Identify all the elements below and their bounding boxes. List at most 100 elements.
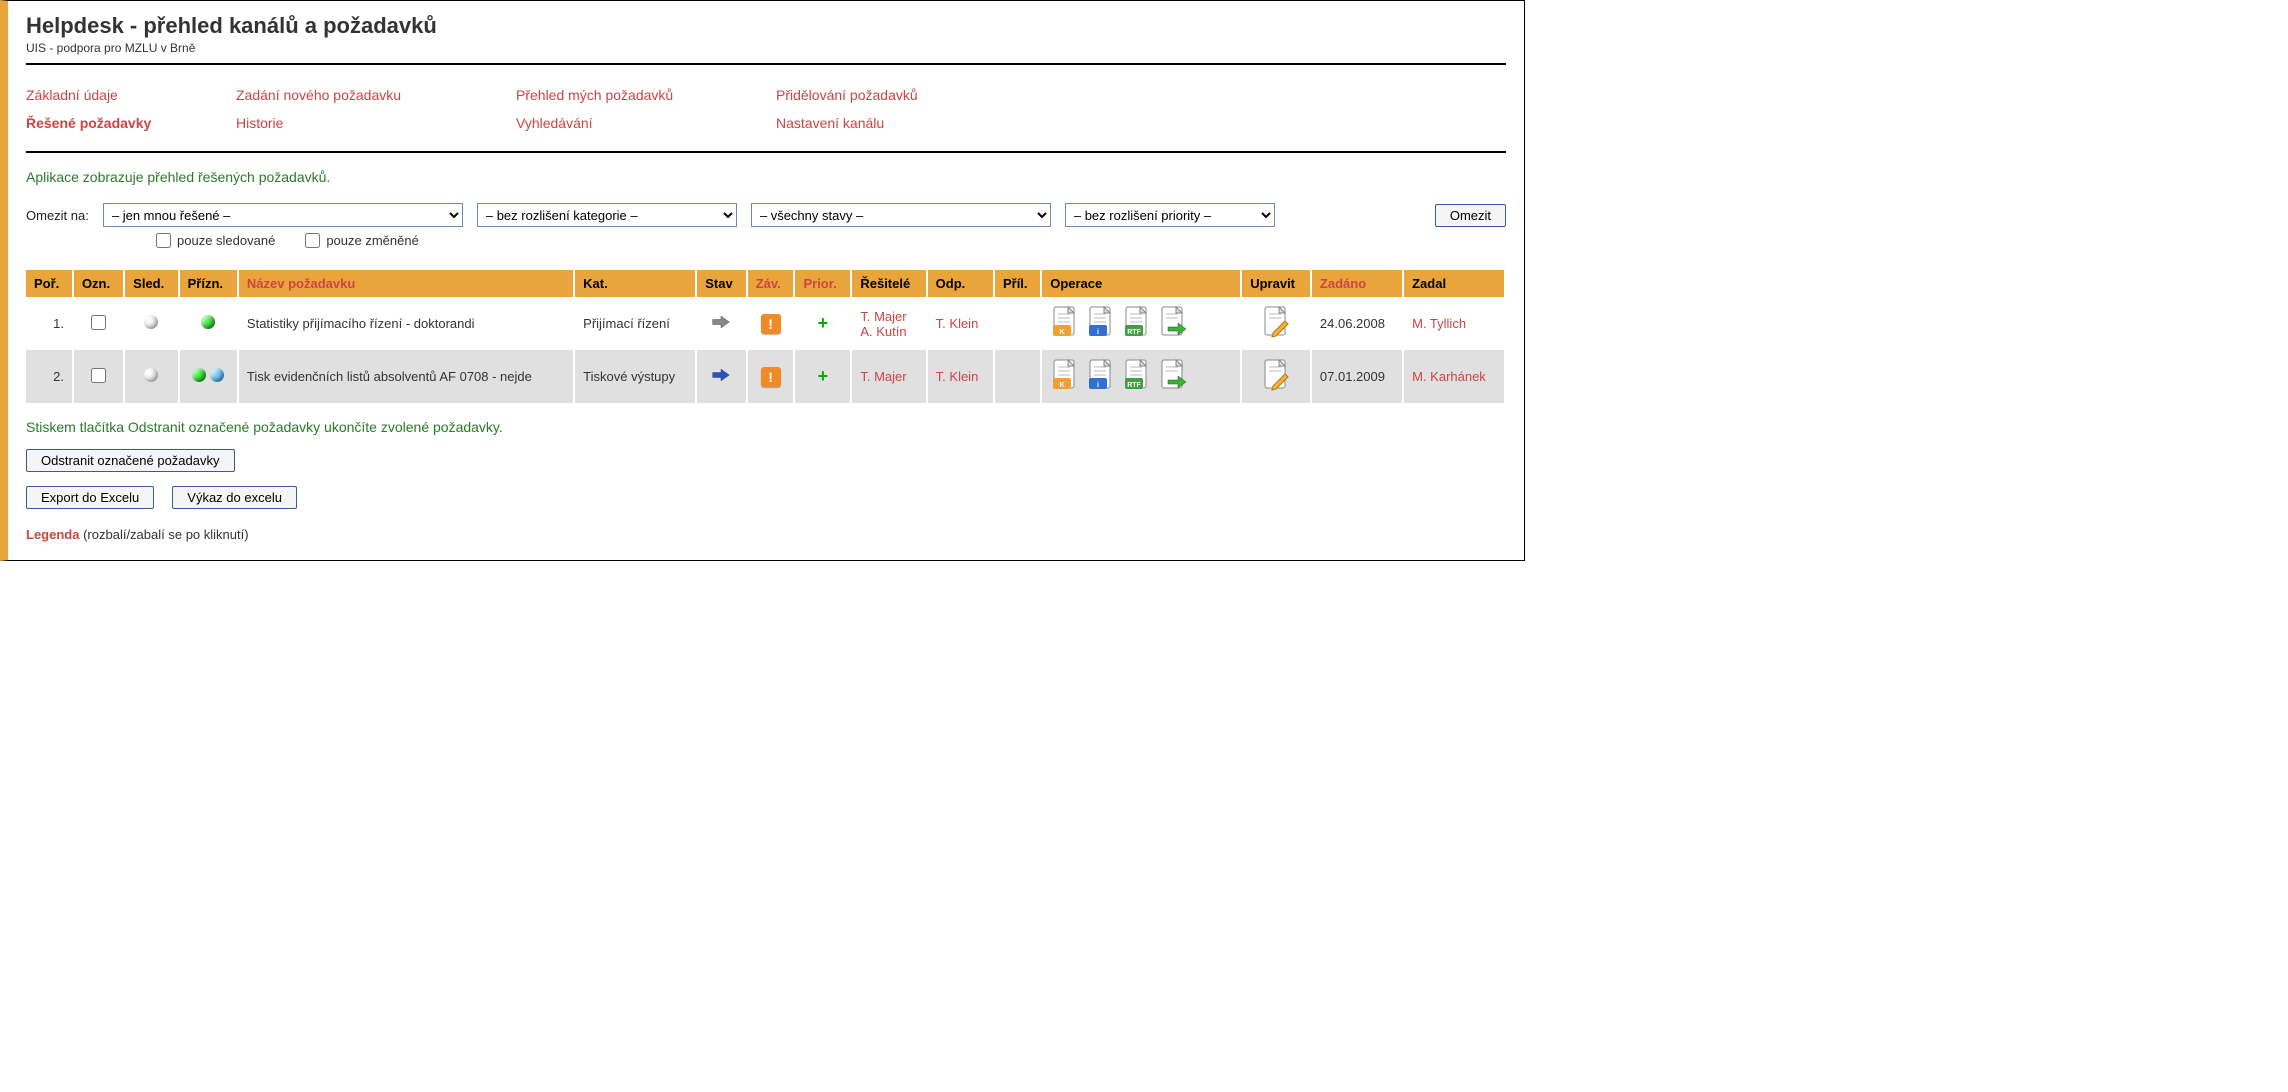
cell-zadano: 24.06.2008 (1311, 297, 1403, 350)
op-k-icon[interactable]: K (1050, 305, 1080, 342)
responsible-link[interactable]: T. Klein (936, 369, 979, 384)
row-checkbox[interactable] (91, 368, 106, 383)
row-checkbox[interactable] (91, 315, 106, 330)
th-kat: Kat. (574, 270, 696, 297)
th-sled: Sled. (124, 270, 178, 297)
legend-toggle[interactable]: Legenda (rozbalí/zabalí se po kliknutí) (26, 527, 1506, 542)
divider (26, 151, 1506, 153)
nav-resene-pozadavky[interactable]: Řešené požadavky (26, 109, 236, 137)
cell-pril (994, 297, 1041, 350)
op-forward-icon[interactable] (1158, 305, 1188, 342)
filter-category[interactable]: – bez rozlišení kategorie – (477, 203, 737, 227)
svg-text:RTF: RTF (1127, 382, 1141, 389)
table-row: 1. Statistiky přijímacího řízení - dokto… (26, 297, 1505, 350)
op-rtf-icon[interactable]: RTF (1122, 358, 1152, 395)
nav-nastaveni-kanalu[interactable]: Nastavení kanálu (776, 109, 1036, 137)
nav-prehled-mych[interactable]: Přehled mých požadavků (516, 81, 776, 109)
svg-text:K: K (1060, 329, 1065, 336)
watch-dot-icon[interactable] (144, 368, 158, 382)
filter-label: Omezit na: (26, 208, 89, 223)
author-link[interactable]: M. Tyllich (1412, 316, 1466, 331)
vykaz-excel-button[interactable]: Výkaz do excelu (172, 486, 297, 509)
cell-por: 1. (26, 297, 73, 350)
responsible-link[interactable]: T. Klein (936, 316, 979, 331)
filter-solver[interactable]: – jen mnou řešené – (103, 203, 463, 227)
filter-state[interactable]: – všechny stavy – (751, 203, 1051, 227)
th-zav[interactable]: Záv. (747, 270, 795, 297)
cell-zadal: M. Karhánek (1403, 350, 1505, 403)
intro-text: Aplikace zobrazuje přehled řešených poža… (26, 169, 1506, 185)
requests-table: Poř. Ozn. Sled. Přízn. Název požadavku K… (26, 270, 1506, 403)
status-dot-icon (192, 368, 206, 382)
page-subtitle: UIS - podpora pro MZLU v Brně (26, 41, 1506, 55)
cell-por: 2. (26, 350, 73, 403)
remove-hint: Stiskem tlačítka Odstranit označené poža… (26, 419, 1506, 435)
cell-resitele: T. MajerA. Kutín (851, 297, 926, 350)
author-link[interactable]: M. Karhánek (1412, 369, 1486, 384)
nav-pridelovani[interactable]: Přidělování požadavků (776, 81, 1036, 109)
nav-zakladni-udaje[interactable]: Základní údaje (26, 81, 236, 109)
cell-operace: K i RTF (1041, 350, 1241, 403)
cell-stav (696, 297, 746, 350)
op-rtf-icon[interactable]: RTF (1122, 305, 1152, 342)
th-odp: Odp. (927, 270, 994, 297)
cell-odp: T. Klein (927, 350, 994, 403)
solver-link[interactable]: T. Majer (860, 369, 906, 384)
op-k-icon[interactable]: K (1050, 358, 1080, 395)
severity-icon: ! (761, 367, 781, 387)
edit-icon[interactable] (1261, 380, 1291, 395)
svg-text:RTF: RTF (1127, 329, 1141, 336)
cell-pril (994, 350, 1041, 403)
chk-pouze-zmenene[interactable] (305, 233, 320, 248)
chk-pouze-sledovane[interactable] (156, 233, 171, 248)
svg-text:i: i (1097, 382, 1099, 389)
cell-resitele: T. Majer (851, 350, 926, 403)
svg-text:i: i (1097, 329, 1099, 336)
edit-icon[interactable] (1261, 327, 1291, 342)
table-row: 2. Tisk evidenčních listů absolventů AF … (26, 350, 1505, 403)
watch-dot-icon[interactable] (144, 315, 158, 329)
th-por: Poř. (26, 270, 73, 297)
solver-link[interactable]: T. Majer (860, 309, 906, 324)
cell-nazev: Tisk evidenčních listů absolventů AF 070… (238, 350, 574, 403)
svg-text:K: K (1060, 382, 1065, 389)
filter-row: Omezit na: – jen mnou řešené – – bez roz… (26, 203, 1506, 227)
cell-zadano: 07.01.2009 (1311, 350, 1403, 403)
cell-kat: Tiskové výstupy (574, 350, 696, 403)
chk-pouze-zmenene-label[interactable]: pouze změněné (305, 233, 419, 248)
filter-submit-button[interactable]: Omezit (1435, 204, 1506, 227)
divider (26, 63, 1506, 65)
export-excel-button[interactable]: Export do Excelu (26, 486, 154, 509)
status-dot-icon (210, 368, 224, 382)
chk-pouze-sledovane-label[interactable]: pouze sledované (156, 233, 275, 248)
th-resitele: Řešitelé (851, 270, 926, 297)
cell-zadal: M. Tyllich (1403, 297, 1505, 350)
th-prizn: Přízn. (179, 270, 238, 297)
th-zadano[interactable]: Zadáno (1311, 270, 1403, 297)
th-zadal: Zadal (1403, 270, 1505, 297)
th-upravit: Upravit (1241, 270, 1311, 297)
op-forward-icon[interactable] (1158, 358, 1188, 395)
priority-plus-icon: + (818, 366, 829, 386)
cell-kat: Přijímací řízení (574, 297, 696, 350)
solver-link[interactable]: A. Kutín (860, 324, 906, 339)
nav-vyhledavani[interactable]: Vyhledávání (516, 109, 776, 137)
op-i-icon[interactable]: i (1086, 305, 1116, 342)
th-prior[interactable]: Prior. (794, 270, 851, 297)
cell-nazev: Statistiky přijímacího řízení - doktoran… (238, 297, 574, 350)
status-dot-icon (201, 315, 215, 329)
filter-priority[interactable]: – bez rozlišení priority – (1065, 203, 1275, 227)
cell-operace: K i RTF (1041, 297, 1241, 350)
th-nazev[interactable]: Název požadavku (238, 270, 574, 297)
op-i-icon[interactable]: i (1086, 358, 1116, 395)
th-operace: Operace (1041, 270, 1241, 297)
th-stav: Stav (696, 270, 746, 297)
th-ozn: Ozn. (73, 270, 124, 297)
nav-historie[interactable]: Historie (236, 109, 516, 137)
severity-icon: ! (761, 314, 781, 334)
remove-selected-button[interactable]: Odstranit označené požadavky (26, 449, 235, 472)
priority-plus-icon: + (818, 313, 829, 333)
cell-stav (696, 350, 746, 403)
nav-zadani-noveho[interactable]: Zadání nového požadavku (236, 81, 516, 109)
nav-tabs: Základní údaje Zadání nového požadavku P… (26, 81, 1506, 137)
